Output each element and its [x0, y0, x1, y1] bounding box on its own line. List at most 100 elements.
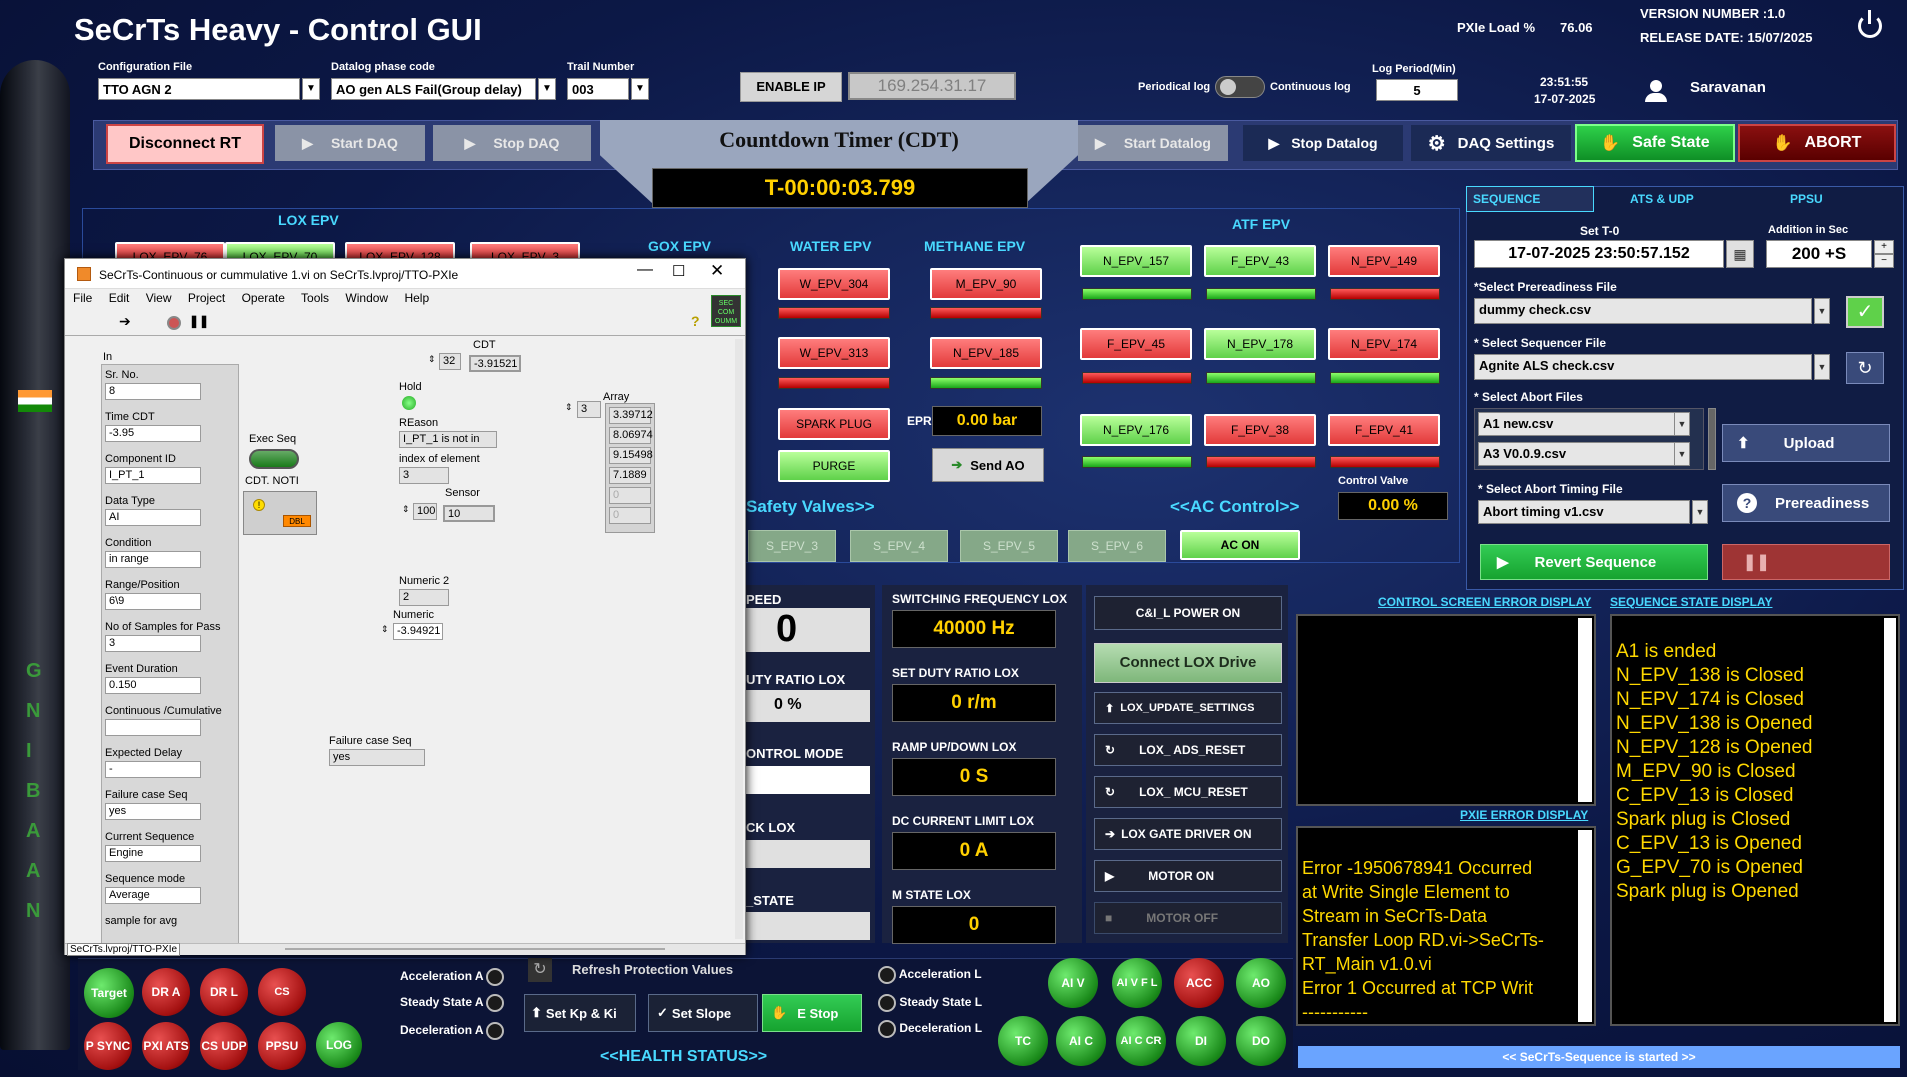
steady-l-row[interactable]: Steady State L [878, 994, 982, 1012]
ci-power-on-button[interactable]: C&I_L POWER ON [1094, 596, 1282, 630]
set-slope-button[interactable]: ✓ Set Slope [648, 994, 758, 1032]
pause-icon[interactable]: ❚❚ [189, 314, 209, 328]
atf-epv-button[interactable]: F_EPV_45 [1080, 328, 1192, 360]
atf-epv-button[interactable]: F_EPV_43 [1204, 245, 1316, 277]
spark-plug-button[interactable]: SPARK PLUG [778, 408, 890, 440]
chevron-down-icon[interactable]: ▼ [1814, 354, 1830, 380]
field-value[interactable]: I_PT_1 [105, 467, 201, 484]
s-epv-button[interactable]: S_EPV_6 [1068, 530, 1166, 562]
menu-item[interactable]: Tools [301, 291, 329, 305]
water-epv-button[interactable]: W_EPV_304 [778, 268, 890, 300]
check-icon[interactable]: ✓ [1846, 296, 1884, 328]
abort-vi-icon[interactable] [167, 316, 181, 330]
atf-epv-button[interactable]: N_EPV_176 [1080, 414, 1192, 446]
menu-item[interactable]: Project [188, 291, 225, 305]
ip-field[interactable]: 169.254.31.17 [848, 72, 1016, 100]
methane-epv-button[interactable]: M_EPV_90 [930, 268, 1042, 300]
prereadiness-file-select[interactable]: dummy check.csv [1474, 298, 1812, 324]
field-value[interactable]: 0.150 [105, 677, 201, 694]
pxie-error-scrollbar[interactable] [1578, 830, 1592, 1022]
sensor-index[interactable]: 100 [413, 503, 437, 520]
lox-gate-driver-button[interactable]: ➔ LOX GATE DRIVER ON [1094, 818, 1282, 850]
atf-epv-button[interactable]: F_EPV_38 [1204, 414, 1316, 446]
chevron-down-icon[interactable]: ▼ [631, 78, 649, 100]
decel-a-row[interactable]: Deceleration A [400, 1022, 505, 1040]
decel-a-radio[interactable] [486, 1022, 505, 1040]
safe-state-button[interactable]: ✋ Safe State [1575, 124, 1735, 162]
steady-a-row[interactable]: Steady State A [400, 994, 505, 1012]
maximize-icon[interactable]: ☐ [672, 262, 685, 280]
connect-lox-drive-button[interactable]: Connect LOX Drive [1094, 643, 1282, 683]
field-value[interactable]: AI [105, 509, 201, 526]
water-epv-button[interactable]: W_EPV_313 [778, 337, 890, 369]
decrement-icon[interactable]: − [1874, 254, 1894, 268]
disconnect-rt-button[interactable]: Disconnect RT [106, 124, 264, 164]
minimize-icon[interactable]: — [637, 261, 653, 279]
s-epv-button[interactable]: S_EPV_3 [748, 530, 836, 562]
daq-settings-button[interactable]: ⚙ DAQ Settings [1411, 125, 1571, 161]
increment-icon[interactable]: + [1874, 240, 1894, 254]
menu-item[interactable]: Help [404, 291, 429, 305]
chevron-down-icon[interactable]: ▼ [1674, 442, 1690, 466]
menu-item[interactable]: File [73, 291, 92, 305]
chevron-down-icon[interactable]: ▼ [1814, 298, 1830, 324]
lv-hscrollbar[interactable] [285, 948, 665, 950]
sequencer-file-select[interactable]: Agnite ALS check.csv [1474, 354, 1812, 380]
lox-update-settings-button[interactable]: ⬆ LOX_UPDATE_SETTINGS [1094, 692, 1282, 724]
atf-epv-button[interactable]: N_EPV_178 [1204, 328, 1316, 360]
atf-epv-button[interactable]: N_EPV_149 [1328, 245, 1440, 277]
field-value[interactable]: 6\9 [105, 593, 201, 610]
abort-file-item[interactable]: A3 V0.0.9.csv [1478, 442, 1690, 466]
accel-l-row[interactable]: Acceleration L [878, 966, 982, 984]
field-value[interactable]: Average [105, 887, 201, 904]
field-value[interactable]: 3 [105, 635, 201, 652]
trail-select[interactable]: 003 [567, 78, 629, 100]
motor-off-button[interactable]: ■ MOTOR OFF [1094, 902, 1282, 934]
calendar-icon[interactable]: ▦ [1726, 240, 1754, 268]
methane-epv-button[interactable]: N_EPV_185 [930, 337, 1042, 369]
menu-item[interactable]: View [146, 291, 172, 305]
lox-ads-reset-button[interactable]: ↻ LOX_ ADS_RESET [1094, 734, 1282, 766]
chevron-down-icon[interactable]: ▼ [302, 78, 320, 100]
datalog-select[interactable]: AO gen ALS Fail(Group delay) [331, 78, 536, 100]
config-file-select[interactable]: TTO AGN 2 [98, 78, 300, 100]
abort-file-item[interactable]: A1 new.csv [1478, 412, 1690, 436]
tab-sequence[interactable]: SEQUENCE [1466, 186, 1594, 212]
accel-a-row[interactable]: Acceleration A [400, 968, 505, 986]
menu-item[interactable]: Edit [109, 291, 130, 305]
s-epv-button[interactable]: S_EPV_5 [960, 530, 1058, 562]
refresh-icon[interactable]: ↻ [1846, 352, 1884, 384]
help-icon[interactable]: ? [691, 313, 700, 329]
numeric-value[interactable]: -3.94921 [393, 623, 443, 640]
s-epv-button[interactable]: S_EPV_4 [850, 530, 948, 562]
field-value[interactable]: - [105, 761, 201, 778]
run-arrow-icon[interactable]: ➔ [119, 313, 131, 330]
enable-ip-button[interactable]: ENABLE IP [740, 72, 842, 102]
atf-epv-button[interactable]: N_EPV_174 [1328, 328, 1440, 360]
chevron-down-icon[interactable]: ▼ [538, 78, 556, 100]
cdt-index[interactable]: 32 [439, 353, 461, 370]
steady-l-radio[interactable] [878, 994, 896, 1012]
decel-l-row[interactable]: Deceleration L [878, 1020, 982, 1038]
lv-vscrollbar[interactable] [735, 339, 743, 939]
pause-button[interactable]: ❚❚ [1722, 544, 1890, 580]
stop-daq-button[interactable]: ▶ Stop DAQ [433, 125, 591, 161]
seq-state-scrollbar[interactable] [1884, 618, 1896, 1022]
field-value[interactable]: yes [105, 803, 201, 820]
stop-datalog-button[interactable]: ▶ Stop Datalog [1243, 125, 1403, 161]
abort-files-scrollbar[interactable] [1708, 408, 1716, 470]
chevron-down-icon[interactable]: ▼ [1692, 500, 1708, 524]
field-value[interactable]: in range [105, 551, 201, 568]
start-daq-button[interactable]: ▶ Start DAQ [275, 125, 425, 161]
send-ao-button[interactable]: ➔ Send AO [932, 448, 1044, 482]
prereadiness-button[interactable]: ? Prereadiness [1722, 484, 1890, 522]
abort-button[interactable]: ✋ ABORT [1738, 124, 1896, 162]
field-value[interactable]: 8 [105, 383, 201, 400]
purge-button[interactable]: PURGE [778, 450, 890, 482]
motor-on-button[interactable]: ▶ MOTOR ON [1094, 860, 1282, 892]
decel-l-radio[interactable] [878, 1020, 896, 1038]
array-index[interactable]: 3 [577, 401, 601, 418]
e-stop-button[interactable]: ✋ E Stop [762, 994, 862, 1032]
field-value[interactable]: -3.95 [105, 425, 201, 442]
tab-ats-udp[interactable]: ATS & UDP [1630, 192, 1694, 206]
